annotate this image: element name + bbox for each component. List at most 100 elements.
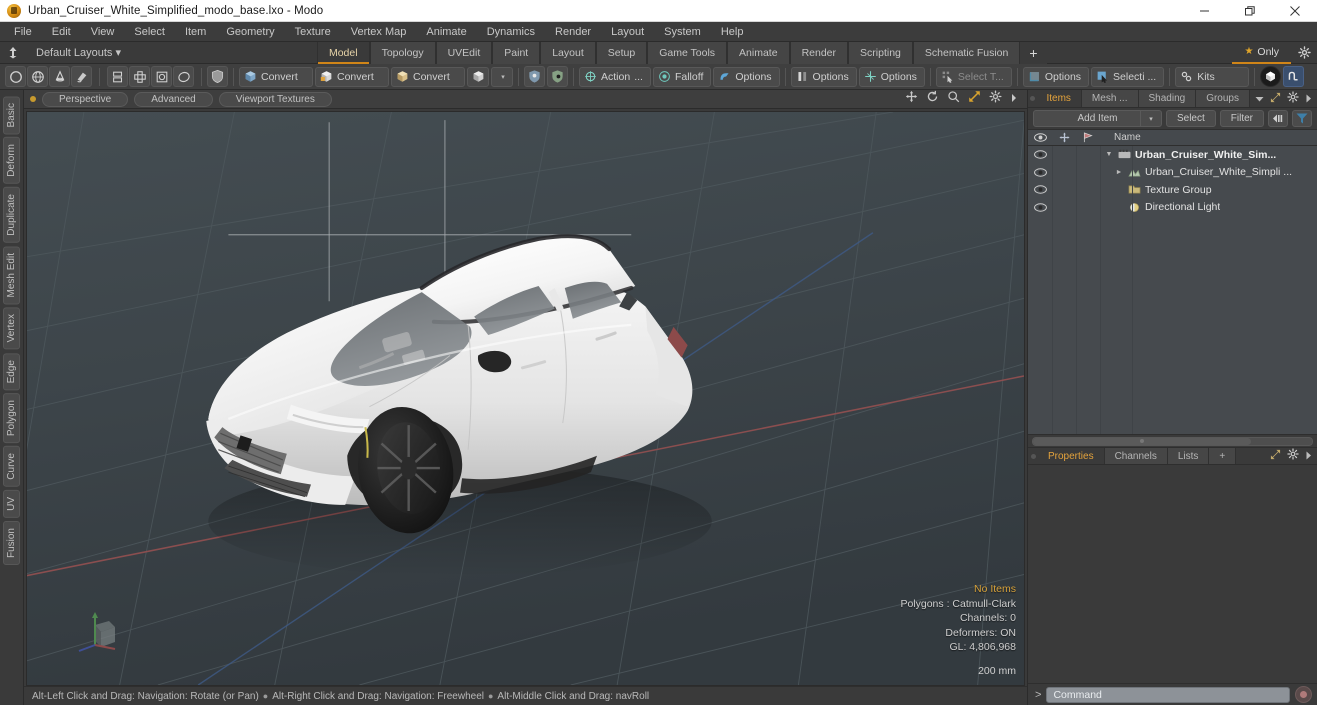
shield-icon[interactable] bbox=[207, 66, 228, 87]
maximize-button[interactable] bbox=[1227, 0, 1272, 22]
gear-icon[interactable] bbox=[989, 90, 1002, 108]
vtab-fusion[interactable]: Fusion bbox=[3, 520, 20, 565]
convert-button-2[interactable]: Convert bbox=[315, 66, 389, 87]
viewport-textures-selector[interactable]: Viewport Textures bbox=[218, 91, 332, 107]
collapse-left-icon[interactable] bbox=[1268, 110, 1288, 127]
tab-animate[interactable]: Animate bbox=[727, 41, 790, 64]
viewport-3d[interactable]: No Items Polygons : Catmull-Clark Channe… bbox=[26, 111, 1025, 686]
shield-green-icon[interactable] bbox=[547, 66, 568, 87]
only-toggle-button[interactable]: ★ Only bbox=[1232, 41, 1292, 64]
tab-items[interactable]: Items bbox=[1036, 90, 1082, 107]
select-through-button[interactable]: Select T... bbox=[935, 66, 1012, 87]
menu-geometry[interactable]: Geometry bbox=[216, 23, 284, 41]
menu-system[interactable]: System bbox=[654, 23, 711, 41]
menu-item[interactable]: Item bbox=[175, 23, 216, 41]
items-horizontal-scrollbar[interactable] bbox=[1028, 434, 1317, 447]
fit-icon[interactable] bbox=[968, 90, 981, 108]
vtab-edge[interactable]: Edge bbox=[3, 352, 20, 391]
scrollbar-track[interactable] bbox=[1032, 436, 1313, 446]
menu-help[interactable]: Help bbox=[711, 23, 754, 41]
zoom-icon[interactable] bbox=[947, 90, 960, 108]
select-button[interactable]: Select bbox=[1165, 110, 1216, 127]
circle-icon[interactable] bbox=[5, 66, 26, 87]
vtab-curve[interactable]: Curve bbox=[3, 446, 20, 487]
grid-options-button[interactable]: Options bbox=[1022, 66, 1090, 87]
chevron-right-icon[interactable] bbox=[1010, 90, 1018, 108]
panel-drag-knob[interactable] bbox=[1028, 90, 1036, 107]
move-icon[interactable] bbox=[905, 90, 918, 108]
vtab-basic[interactable]: Basic bbox=[3, 96, 20, 135]
funnel-icon[interactable] bbox=[1292, 110, 1312, 127]
tab-lists[interactable]: Lists bbox=[1167, 448, 1210, 464]
filter-button[interactable]: Filter bbox=[1219, 110, 1264, 127]
viewport-shading-selector[interactable]: Advanced bbox=[134, 91, 213, 107]
menu-vertex-map[interactable]: Vertex Map bbox=[341, 23, 417, 41]
vtab-duplicate[interactable]: Duplicate bbox=[3, 187, 20, 243]
menu-edit[interactable]: Edit bbox=[42, 23, 81, 41]
command-input[interactable]: Command bbox=[1046, 686, 1290, 703]
gear-icon[interactable] bbox=[1287, 447, 1299, 465]
convert-dropdown-caret[interactable]: ▾ bbox=[491, 66, 513, 87]
record-icon[interactable] bbox=[1295, 686, 1312, 703]
expand-icon[interactable] bbox=[1270, 447, 1281, 465]
item-row-texture-group[interactable]: Texture Group bbox=[1028, 181, 1317, 199]
vtab-polygon[interactable]: Polygon bbox=[3, 393, 20, 444]
selection-set-button[interactable]: Selecti ... bbox=[1091, 66, 1165, 87]
tab-uvedit[interactable]: UVEdit bbox=[435, 41, 493, 64]
tab-render[interactable]: Render bbox=[789, 41, 849, 64]
item-row-scene[interactable]: ▼ Urban_Cruiser_White_Sim... bbox=[1028, 146, 1317, 164]
close-button[interactable] bbox=[1272, 0, 1317, 22]
convert-button-1[interactable]: Convert bbox=[239, 66, 313, 87]
tab-mesh[interactable]: Mesh ... bbox=[1081, 90, 1139, 107]
paint-drip-icon[interactable] bbox=[71, 66, 92, 87]
square-target-icon[interactable] bbox=[151, 66, 172, 87]
tab-game-tools[interactable]: Game Tools bbox=[647, 41, 728, 64]
eye-icon[interactable] bbox=[1028, 168, 1052, 177]
preferences-gear-icon[interactable] bbox=[1291, 46, 1317, 59]
menu-animate[interactable]: Animate bbox=[416, 23, 476, 41]
menu-dynamics[interactable]: Dynamics bbox=[477, 23, 545, 41]
chevron-right-icon[interactable] bbox=[1305, 90, 1312, 108]
eye-icon[interactable] bbox=[1028, 185, 1052, 194]
eye-icon[interactable] bbox=[1028, 150, 1052, 159]
tab-topology[interactable]: Topology bbox=[369, 41, 436, 64]
add-item-caret-icon[interactable]: ▾ bbox=[1139, 110, 1161, 127]
add-properties-tab-button[interactable]: + bbox=[1209, 448, 1237, 464]
tab-properties[interactable]: Properties bbox=[1038, 448, 1105, 464]
vtab-mesh-edit[interactable]: Mesh Edit bbox=[3, 245, 20, 305]
preview-render-icon[interactable] bbox=[1260, 66, 1282, 87]
symmetry-options-button[interactable]: Options bbox=[790, 66, 857, 87]
tab-model[interactable]: Model bbox=[316, 41, 370, 64]
minimize-button[interactable] bbox=[1182, 0, 1227, 22]
sphere-icon[interactable] bbox=[27, 66, 48, 87]
convert-button-3[interactable]: Convert bbox=[391, 66, 465, 87]
convert-extra-button[interactable] bbox=[467, 66, 489, 87]
layout-selector[interactable]: Default Layouts ▾ bbox=[22, 46, 131, 59]
expand-icon[interactable] bbox=[1270, 90, 1281, 108]
white-suv-car-model[interactable] bbox=[27, 112, 1024, 685]
rotate-icon[interactable] bbox=[926, 90, 939, 108]
tab-channels[interactable]: Channels bbox=[1104, 448, 1168, 464]
menu-texture[interactable]: Texture bbox=[285, 23, 341, 41]
vtab-vertex[interactable]: Vertex bbox=[3, 307, 20, 350]
vtab-deform[interactable]: Deform bbox=[3, 137, 20, 185]
cone-icon[interactable] bbox=[49, 66, 70, 87]
tab-setup[interactable]: Setup bbox=[595, 41, 648, 64]
viewport-perspective-selector[interactable]: Perspective bbox=[42, 91, 129, 107]
falloff-button[interactable]: Falloff bbox=[652, 66, 712, 87]
tab-shading[interactable]: Shading bbox=[1138, 90, 1197, 107]
mirror-icon[interactable] bbox=[107, 66, 128, 87]
menu-file[interactable]: File bbox=[4, 23, 42, 41]
item-twisty-scene[interactable]: ▼ bbox=[1100, 151, 1118, 158]
tab-layout[interactable]: Layout bbox=[540, 41, 596, 64]
tab-paint[interactable]: Paint bbox=[492, 41, 541, 64]
bevel-icon[interactable] bbox=[129, 66, 150, 87]
item-row-mesh[interactable]: ► Urban_Cruiser_White_Simpli ... bbox=[1028, 164, 1317, 182]
chevron-right-icon[interactable] bbox=[1305, 447, 1312, 465]
add-item-button[interactable]: Add Item ▾ bbox=[1033, 110, 1162, 127]
unity-bridge-icon[interactable] bbox=[1283, 66, 1305, 87]
tab-scripting[interactable]: Scripting bbox=[848, 41, 913, 64]
item-twisty-mesh[interactable]: ► bbox=[1110, 169, 1128, 176]
menu-view[interactable]: View bbox=[81, 23, 125, 41]
workplane-options-button[interactable]: Options bbox=[858, 66, 925, 87]
